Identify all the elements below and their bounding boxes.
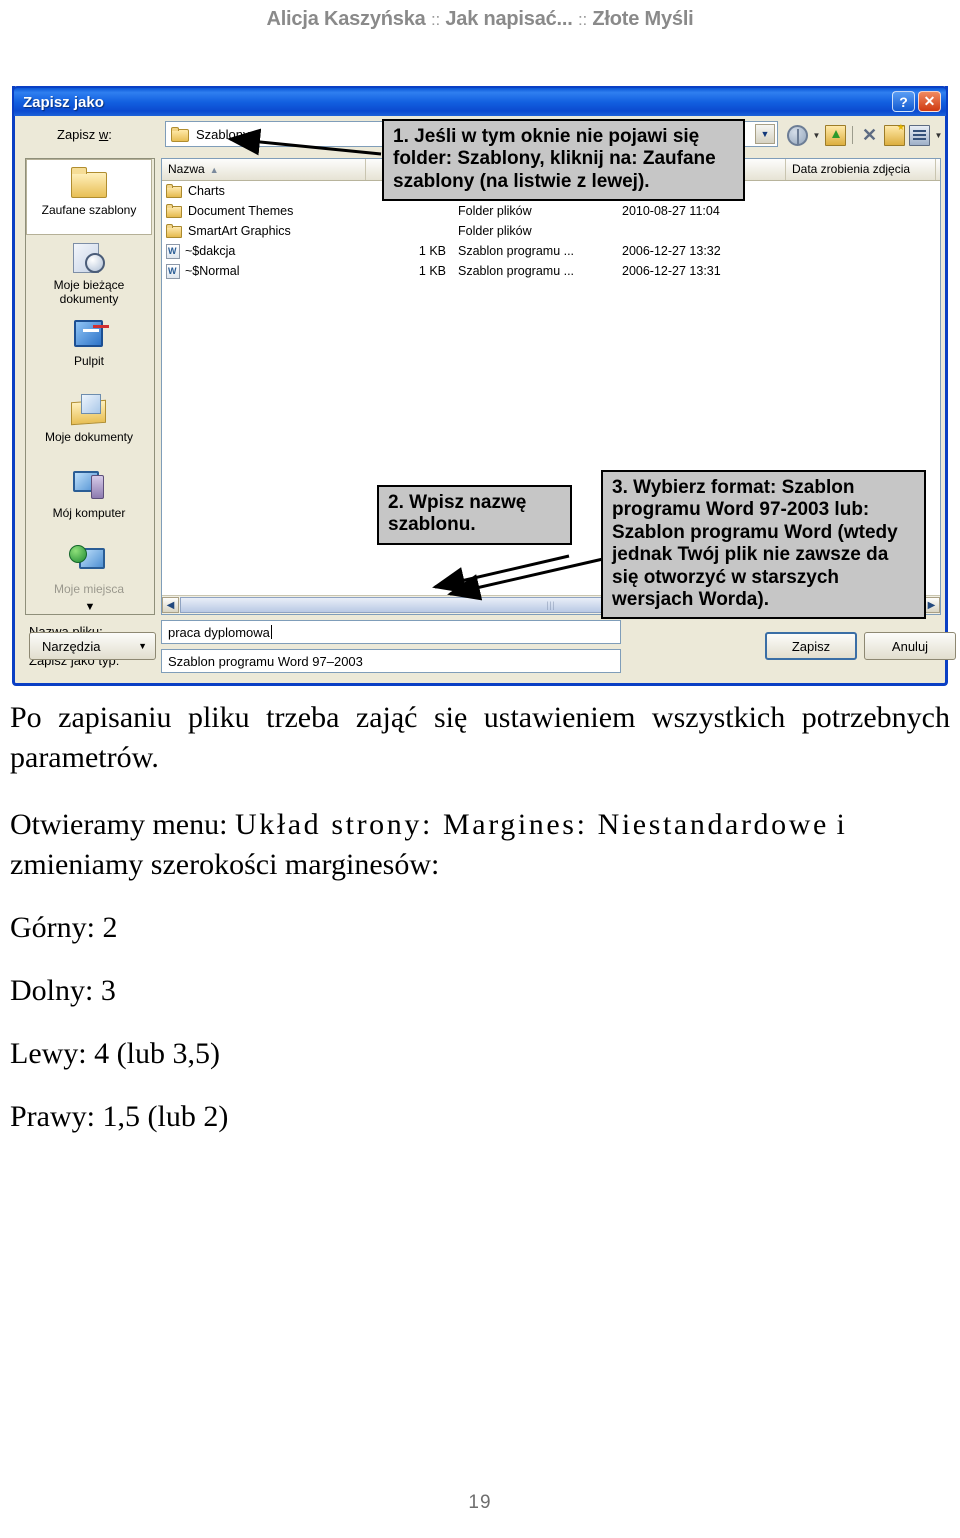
- table-row[interactable]: ~$Normal 1 KB Szablon programu ... 2006-…: [162, 261, 940, 281]
- file-type-cell: Folder plików: [458, 224, 532, 238]
- folder-icon: [171, 126, 190, 142]
- desktop-icon: [69, 317, 109, 351]
- titlebar-buttons: ? ✕: [892, 91, 941, 112]
- sort-ascending-icon: ▲: [209, 165, 219, 175]
- tools-button[interactable]: Narzędzia ▼: [29, 632, 156, 660]
- back-dropdown-icon[interactable]: ▼: [812, 131, 821, 140]
- save-button[interactable]: Zapisz: [765, 632, 857, 660]
- scroll-left-icon[interactable]: ◀: [162, 597, 179, 613]
- file-name-cell: SmartArt Graphics: [162, 224, 366, 238]
- place-recent-documents[interactable]: Moje bieżące dokumenty: [26, 235, 152, 311]
- delete-icon[interactable]: ✕: [859, 125, 880, 146]
- save-in-label: Zapisz w:: [57, 127, 112, 142]
- file-type-cell: Szablon programu ...: [458, 264, 575, 278]
- save-in-value: Szablony: [196, 126, 250, 142]
- recent-documents-icon: [69, 241, 109, 275]
- cancel-button[interactable]: Anuluj: [864, 632, 956, 660]
- callout-step-3: 3. Wybierz format: Szablon programu Word…: [601, 470, 926, 620]
- file-name-cell: Charts: [162, 184, 366, 198]
- column-header-photo-date[interactable]: Data zrobienia zdjęcia: [786, 159, 936, 180]
- place-my-computer[interactable]: Mój komputer: [26, 463, 152, 539]
- column-header-name[interactable]: Nazwa ▲: [162, 159, 366, 180]
- chevron-down-icon: ▼: [138, 641, 147, 651]
- views-icon[interactable]: [909, 124, 930, 146]
- margin-top-line: Górny: 2: [10, 911, 118, 944]
- file-name-cell: ~$dakcja: [162, 243, 366, 259]
- folder-icon: [166, 224, 183, 238]
- my-network-places-icon: [69, 545, 109, 579]
- filetype-combobox[interactable]: Szablon programu Word 97–2003: [161, 649, 621, 673]
- margin-right-line: Prawy: 1,5 (lub 2): [10, 1100, 229, 1133]
- place-label: Moje bieżące dokumenty: [53, 278, 125, 306]
- running-head-separator-2: ::: [577, 10, 588, 29]
- place-label: Pulpit: [73, 354, 105, 368]
- menu-path-value: Układ strony: Margines: Niestandardowe: [234, 808, 829, 841]
- folder-icon: [166, 204, 183, 218]
- file-date-cell: 2010-08-27 11:04: [622, 204, 720, 218]
- place-desktop[interactable]: Pulpit: [26, 311, 152, 387]
- back-icon[interactable]: [787, 124, 808, 146]
- my-documents-icon: [69, 393, 109, 427]
- file-date-cell: 2006-12-27 13:32: [622, 244, 721, 258]
- paragraph-intro: Po zapisaniu pliku trzeba zająć się usta…: [10, 701, 950, 774]
- file-name-cell: Document Themes: [162, 204, 366, 218]
- file-name-cell: ~$Normal: [162, 263, 366, 279]
- views-dropdown-icon[interactable]: ▼: [934, 131, 943, 140]
- new-folder-icon[interactable]: [884, 122, 905, 146]
- up-one-level-icon[interactable]: [825, 124, 846, 146]
- save-as-dialog-figure: Zapisz jako ? ✕ Zapisz w: Szablony ▼ ▼ ✕: [12, 86, 956, 686]
- close-icon[interactable]: ✕: [918, 91, 941, 112]
- file-size-cell: 1 KB: [418, 264, 446, 278]
- table-row[interactable]: Document Themes Folder plików 2010-08-27…: [162, 201, 940, 221]
- places-bar[interactable]: Zaufane szablony Moje bieżące dokumenty …: [25, 158, 155, 615]
- running-head-author: Alicja Kaszyńska: [266, 8, 426, 30]
- place-label: Moje miejsca: [53, 582, 125, 596]
- file-size-cell: 1 KB: [418, 244, 446, 258]
- table-row[interactable]: SmartArt Graphics Folder plików: [162, 221, 940, 241]
- dialog-toolbar-icons: ▼ ✕ ▼: [787, 122, 943, 148]
- text-caret: [270, 625, 272, 639]
- place-label: Zaufane szablony: [41, 203, 137, 217]
- places-scroll-down-icon[interactable]: ▼: [26, 600, 154, 614]
- trusted-templates-folder-icon: [69, 166, 109, 200]
- help-icon[interactable]: ?: [892, 91, 915, 112]
- margin-left-line: Lewy: 4 (lub 3,5): [10, 1037, 220, 1070]
- place-my-documents[interactable]: Moje dokumenty: [26, 387, 152, 463]
- dialog-titlebar: Zapisz jako ? ✕: [12, 86, 948, 116]
- my-computer-icon: [69, 469, 109, 503]
- menu-path-prefix: Otwieramy menu:: [10, 808, 235, 841]
- paragraph-menu-path: Otwieramy menu: Układ strony: Margines: …: [10, 805, 950, 885]
- page-number: 19: [468, 1492, 492, 1513]
- word-doc-icon: [166, 243, 180, 259]
- save-as-dialog: Zapisz jako ? ✕ Zapisz w: Szablony ▼ ▼ ✕: [12, 86, 956, 686]
- running-head-separator-1: ::: [430, 10, 440, 29]
- place-trusted-templates[interactable]: Zaufane szablony: [26, 159, 152, 235]
- running-head-title: Jak napisać...: [445, 8, 573, 30]
- word-doc-icon: [166, 263, 180, 279]
- callout-step-2: 2. Wpisz nazwę szablonu.: [377, 485, 572, 545]
- margin-bottom-line: Dolny: 3: [10, 974, 116, 1007]
- toolbar-divider: [852, 126, 853, 144]
- place-label: Moje dokumenty: [44, 430, 134, 444]
- place-label: Mój komputer: [52, 506, 126, 520]
- running-head: Alicja Kaszyńska :: Jak napisać... :: Zł…: [0, 8, 960, 31]
- file-date-cell: 2006-12-27 13:31: [622, 264, 721, 278]
- table-row[interactable]: ~$dakcja 1 KB Szablon programu ... 2006-…: [162, 241, 940, 261]
- chevron-down-icon[interactable]: ▼: [755, 124, 775, 144]
- callout-step-1: 1. Jeśli w tym oknie nie pojawi się fold…: [382, 119, 745, 202]
- running-head-publisher: Złote Myśli: [592, 8, 694, 30]
- folder-icon: [166, 184, 183, 198]
- file-type-cell: Szablon programu ...: [458, 244, 575, 258]
- dialog-title: Zapisz jako: [23, 93, 104, 111]
- filename-input[interactable]: praca dyplomowa: [161, 620, 621, 644]
- file-type-cell: Folder plików: [458, 204, 532, 218]
